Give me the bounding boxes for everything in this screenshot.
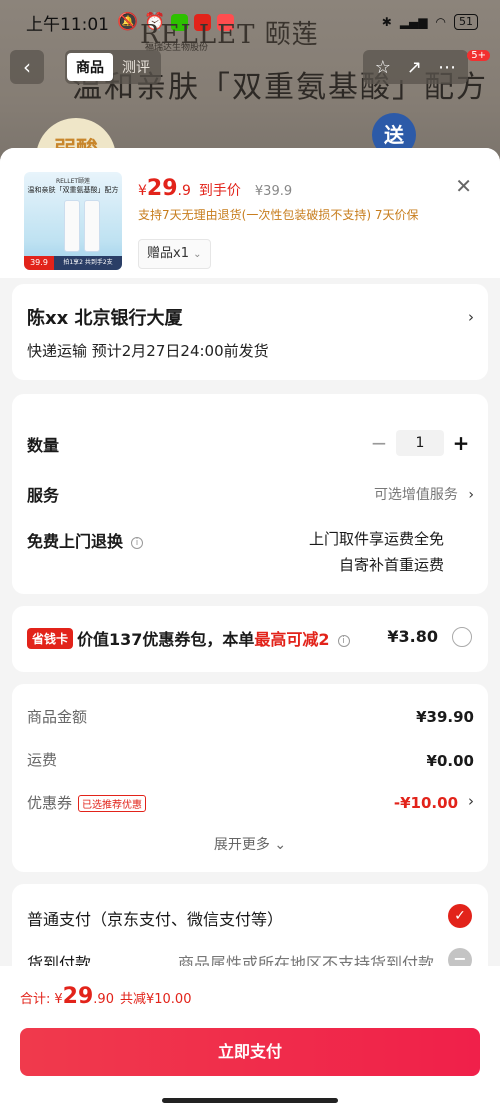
expand-more[interactable]: 展开更多 ⌄: [12, 834, 488, 854]
order-summary-card: 商品金额 ¥39.90 运费 ¥0.00 优惠券 已选推荐优惠 -¥10.00 ›…: [12, 684, 488, 872]
thumb-price: 39.9: [24, 256, 54, 270]
more-icon[interactable]: ⋯: [438, 57, 456, 78]
gift-label: 赠品x1: [147, 246, 189, 261]
chevron-down-icon: ⌄: [274, 837, 287, 853]
coupon-value: -¥10.00: [393, 794, 458, 812]
check-icon[interactable]: ✓: [448, 904, 472, 928]
original-price: ¥39.9: [254, 184, 293, 199]
bluetooth-icon: ✱: [381, 15, 392, 29]
minus-button[interactable]: −: [366, 431, 392, 455]
price-decimal: .9: [177, 183, 191, 199]
status-time: 上午11:01: [26, 14, 109, 35]
total-symbol: ¥: [54, 992, 63, 1007]
battery-icon: 51: [454, 14, 478, 30]
thumb-promo: 拍1享2 共到手2支: [54, 256, 122, 270]
total-decimal: .90: [93, 992, 114, 1007]
goods-amount-value: ¥39.90: [416, 708, 474, 726]
address-card[interactable]: 陈xx 北京银行大厦 快递运输 预计2月27日24:00前发货 ›: [12, 284, 488, 380]
coupon-row[interactable]: 优惠券 已选推荐优惠: [27, 792, 147, 813]
total-label: 合计:: [20, 992, 51, 1007]
service-selector[interactable]: 可选增值服务 ›: [374, 484, 474, 504]
coupon-pack-text: 价值137优惠券包，本单最高可减2 i: [77, 626, 350, 650]
free-return-label: 免费上门退换 i: [27, 528, 144, 552]
thumb-title: 温和亲肤「双重氨基酸」配方: [27, 186, 119, 194]
expand-more-label: 展开更多: [213, 837, 270, 853]
total-saved: 共减¥10.00: [119, 992, 192, 1007]
coupon-label: 优惠券: [27, 794, 73, 812]
coupon-pack-highlight: 最高可减2: [254, 630, 330, 649]
product-thumbnail: RELLET颐莲 温和亲肤「双重氨基酸」配方 39.9 拍1享2 共到手2支: [24, 172, 122, 270]
goods-amount-label: 商品金额: [27, 708, 88, 726]
favorite-icon[interactable]: ☆: [375, 57, 391, 78]
wifi-icon: ◠: [435, 15, 446, 29]
quantity-value[interactable]: 1: [396, 430, 444, 456]
chevron-right-icon[interactable]: ›: [468, 792, 474, 810]
checkout-sheet: RELLET颐莲 温和亲肤「双重氨基酸」配方 39.9 拍1享2 共到手2支 ¥…: [0, 148, 500, 1111]
nav-actions: ☆ ↗ ⋯: [362, 50, 468, 84]
chevron-right-icon: ›: [468, 487, 474, 503]
total-integer: 29: [62, 984, 94, 1009]
return-detail-line1: 上门取件享运费全免: [308, 530, 444, 548]
home-indicator: [162, 1098, 338, 1103]
shipping-fee-label: 运费: [27, 751, 58, 769]
return-policy: 支持7天无理由退货(一次性包装破损不支持) 7天价保: [138, 208, 419, 222]
nav-tabs: 商品 测评: [65, 50, 161, 84]
mute-bell-icon: 🔕: [117, 12, 139, 32]
top-nav: ‹ 商品 测评 ☆ ↗ ⋯ 5+: [10, 50, 490, 86]
coupon-pack-prefix: 价值137优惠券包，本单: [77, 630, 255, 649]
cart-badge: 5+: [467, 50, 490, 61]
quantity-stepper: − 1 +: [366, 430, 474, 456]
product-summary: RELLET颐莲 温和亲肤「双重氨基酸」配方 39.9 拍1享2 共到手2支 ¥…: [0, 148, 500, 278]
product-tube-image: [64, 200, 80, 252]
back-button[interactable]: ‹: [10, 50, 44, 84]
free-return-text: 免费上门退换: [27, 532, 124, 551]
gift-selector[interactable]: 赠品x1 ⌄: [138, 239, 211, 269]
service-label: 服务: [27, 486, 60, 505]
signal-icon: ▂▄▆: [399, 15, 428, 29]
product-tube-image: [84, 200, 100, 252]
info-icon[interactable]: i: [337, 634, 350, 647]
shipping-fee-value: ¥0.00: [426, 752, 474, 770]
coupon-pack-radio[interactable]: [452, 627, 472, 647]
chevron-down-icon: ⌄: [193, 249, 202, 260]
coupon-pack-amount: ¥3.80: [387, 627, 438, 646]
options-card: 数量 − 1 + 服务 可选增值服务 › 免费上门退换 i 上门取件享运费全免 自…: [12, 394, 488, 594]
chevron-left-icon: ‹: [23, 55, 31, 79]
pay-now-button[interactable]: 立即支付: [20, 1028, 480, 1076]
price-symbol: ¥: [138, 183, 147, 199]
background-page: 上午11:01 🔕 ⏰ ✱ ▂▄▆ ◠ 51 RELLET 颐莲 福瑞达生物股份…: [0, 0, 500, 178]
order-total: 合计: ¥ 29 .90 共减¥10.00: [20, 984, 191, 1009]
return-detail-line2: 自寄补首重运费: [338, 556, 444, 574]
normal-payment-label[interactable]: 普通支付（京东支付、微信支付等）: [27, 906, 283, 930]
info-icon[interactable]: i: [131, 536, 144, 549]
price-integer: 29: [146, 176, 178, 201]
checkout-footer: 合计: ¥ 29 .90 共减¥10.00 立即支付: [0, 966, 500, 1111]
share-icon[interactable]: ↗: [407, 57, 422, 78]
coupon-pack-tag: 省钱卡: [27, 628, 74, 649]
coupon-pack-card[interactable]: 省钱卡 价值137优惠券包，本单最高可减2 i ¥3.80: [12, 606, 488, 672]
price-note: 到手价: [198, 183, 241, 199]
shipping-estimate: 快递运输 预计2月27日24:00前发货: [27, 342, 269, 360]
recommended-coupon-tag: 已选推荐优惠: [78, 795, 147, 812]
tab-product[interactable]: 商品: [67, 53, 113, 81]
thumb-brand: RELLET颐莲: [55, 178, 91, 185]
price-row: ¥ 29 .9 到手价 ¥39.9: [138, 176, 292, 201]
plus-button[interactable]: +: [448, 431, 474, 455]
quantity-label: 数量: [27, 436, 60, 455]
address-name: 陈xx 北京银行大厦: [27, 308, 183, 329]
status-right-icons: ✱ ▂▄▆ ◠ 51: [382, 14, 478, 30]
close-icon[interactable]: ✕: [455, 174, 472, 198]
tab-review[interactable]: 测评: [113, 53, 159, 81]
service-value: 可选增值服务: [373, 487, 458, 503]
chevron-right-icon: ›: [468, 308, 474, 326]
